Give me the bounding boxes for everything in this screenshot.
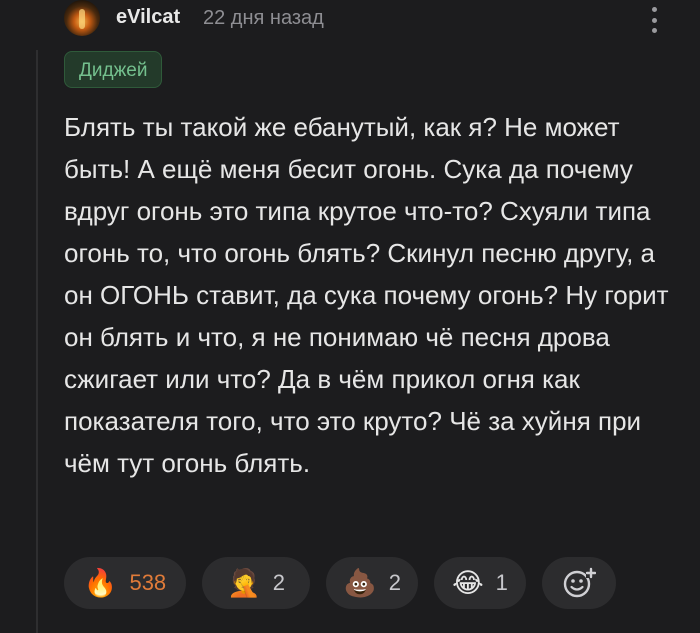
reaction-facepalm-button[interactable]: 🤦 2 xyxy=(202,557,310,609)
face-palm-icon: 🤦 xyxy=(227,567,261,599)
reactions-bar: 🔥 538 🤦 2 💩 2 😂 1 xyxy=(64,557,616,609)
tears-of-joy-icon: 😂 xyxy=(452,567,484,599)
reaction-count: 2 xyxy=(388,570,401,595)
dot xyxy=(651,28,657,33)
fire-icon: 🔥 xyxy=(83,567,118,599)
add-reaction-button[interactable] xyxy=(542,557,616,609)
reaction-count: 1 xyxy=(495,570,508,595)
reaction-count: 538 xyxy=(129,570,167,595)
dot xyxy=(651,17,657,23)
reaction-laugh-button[interactable]: 😂 1 xyxy=(434,557,526,609)
reaction-fire-button[interactable]: 🔥 538 xyxy=(64,557,186,609)
user-tag-badge[interactable]: Диджей xyxy=(64,51,163,88)
pile-of-poo-icon: 💩 xyxy=(343,567,377,599)
comment-header: eVilcat 22 дня назад xyxy=(64,0,700,40)
more-options-icon[interactable] xyxy=(642,4,666,36)
dot xyxy=(651,7,657,12)
add-reaction-icon xyxy=(563,567,596,598)
reaction-count: 2 xyxy=(272,570,285,595)
thread-line xyxy=(36,50,38,633)
timestamp: 22 дня назад xyxy=(203,7,324,29)
reaction-poo-button[interactable]: 💩 2 xyxy=(326,557,418,609)
comment-text: Блять ты такой же ебанутый, как я? Не мо… xyxy=(64,112,669,478)
avatar[interactable] xyxy=(64,0,100,36)
username-link[interactable]: eVilcat xyxy=(116,6,180,29)
